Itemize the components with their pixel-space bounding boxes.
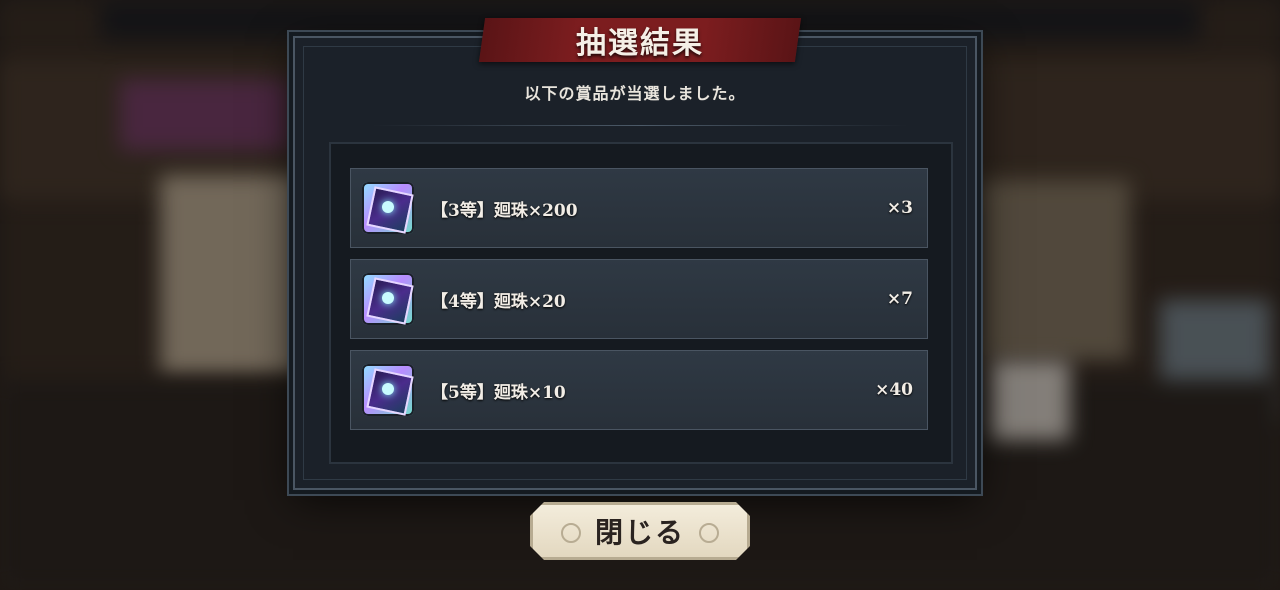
dialog-title: 抽選結果: [576, 26, 704, 61]
prize-label: 【4等】廻珠×20: [431, 291, 566, 312]
prize-label: 【5等】廻珠×10: [431, 382, 566, 403]
divider: [372, 125, 908, 126]
prize-quantity: ×40: [875, 380, 913, 400]
gem-cube-icon: [362, 182, 414, 234]
prize-row: 【3等】廻珠×200 ×3: [350, 168, 928, 248]
ornament-icon: [561, 523, 581, 543]
dialog-subtitle: 以下の賞品が当選しました。: [524, 84, 746, 103]
gem-cube-icon: [362, 364, 414, 416]
prize-row: 【4等】廻珠×20 ×7: [350, 259, 928, 339]
prize-quantity: ×3: [886, 198, 913, 218]
prize-label: 【3等】廻珠×200: [431, 200, 578, 221]
ornament-icon: [699, 523, 719, 543]
close-button-label: 閉じる: [594, 516, 685, 549]
prize-row: 【5等】廻珠×10 ×40: [350, 350, 928, 430]
prize-quantity: ×7: [886, 289, 913, 309]
gem-cube-icon: [362, 273, 414, 325]
close-button[interactable]: 閉じる: [530, 502, 750, 560]
